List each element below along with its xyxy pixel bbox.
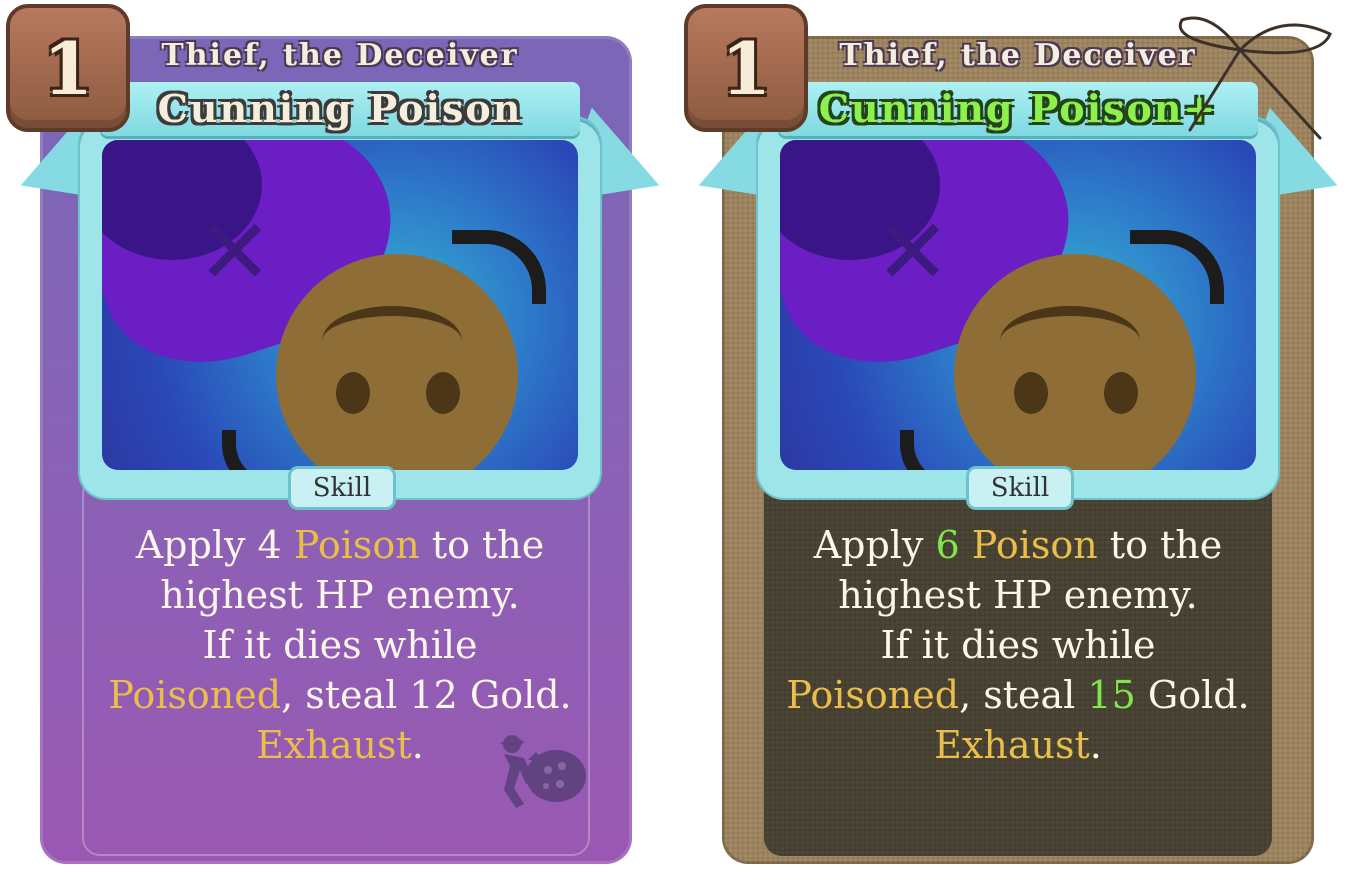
desc-line: Poisoned, steal 12 Gold. [70,670,610,720]
card-cunning-poison[interactable]: ✕ Thief, the Deceiver Cunning Poison 1 S… [0,0,680,874]
keyword-exhaust: Exhaust [256,723,412,767]
desc-text: . [1089,723,1102,767]
desc-text: , steal [959,673,1088,717]
energy-cost-badge: 1 [6,4,130,132]
desc-text: . [411,723,424,767]
card-title: Cunning Poison [157,86,523,131]
x-mark-icon: ✕ [875,200,951,305]
keyword-poison: Poison [971,523,1098,567]
keyword-poison: Poison [293,523,420,567]
desc-line: Apply 6 Poison to the [748,520,1288,570]
face-mouth [322,306,462,376]
face-mouth [1000,306,1140,376]
card-art-frame: ✕ [80,118,600,498]
twine-bow-icon [1178,16,1332,140]
card-type-tag: Skill [966,466,1074,510]
thief-emblem-icon [500,735,586,808]
keyword-exhaust: Exhaust [934,723,1090,767]
desc-line: Exhaust. [748,720,1288,770]
desc-line: Poisoned, steal 15 Gold. [748,670,1288,720]
desc-text: to the [1097,523,1223,567]
card-art: ✕ [780,140,1256,470]
energy-cost-value: 1 [42,26,94,111]
desc-line: highest HP enemy. [160,573,520,617]
desc-line: Apply 4 Poison to the [70,520,610,570]
keyword-poisoned: Poisoned [786,673,960,717]
x-mark-icon: ✕ [197,200,273,305]
face-eye [426,372,460,414]
face-eye [336,372,370,414]
desc-text [960,523,972,567]
card-description: Apply 6 Poison to the highest HP enemy. … [748,520,1288,770]
upgraded-value: 15 [1087,673,1136,717]
desc-text: Apply [813,523,936,567]
desc-line: If it dies while [880,623,1156,667]
desc-text: to the [419,523,545,567]
desc-text: Gold. [1135,673,1250,717]
desc-line: highest HP enemy. [838,573,1198,617]
keyword-poisoned: Poisoned [108,673,282,717]
card-subtitle: Thief, the Deceiver [161,38,519,73]
card-type-tag: Skill [288,466,396,510]
desc-line: If it dies while [202,623,478,667]
upgraded-value: 6 [935,523,960,567]
face-eye [1014,372,1048,414]
desc-text: , steal 12 Gold. [281,673,572,717]
energy-cost-value: 1 [720,26,772,111]
desc-text: Apply 4 [135,523,294,567]
energy-cost-badge: 1 [684,4,808,132]
face-eye [1104,372,1138,414]
card-art: ✕ [102,140,578,470]
card-art-frame: ✕ [758,118,1278,498]
